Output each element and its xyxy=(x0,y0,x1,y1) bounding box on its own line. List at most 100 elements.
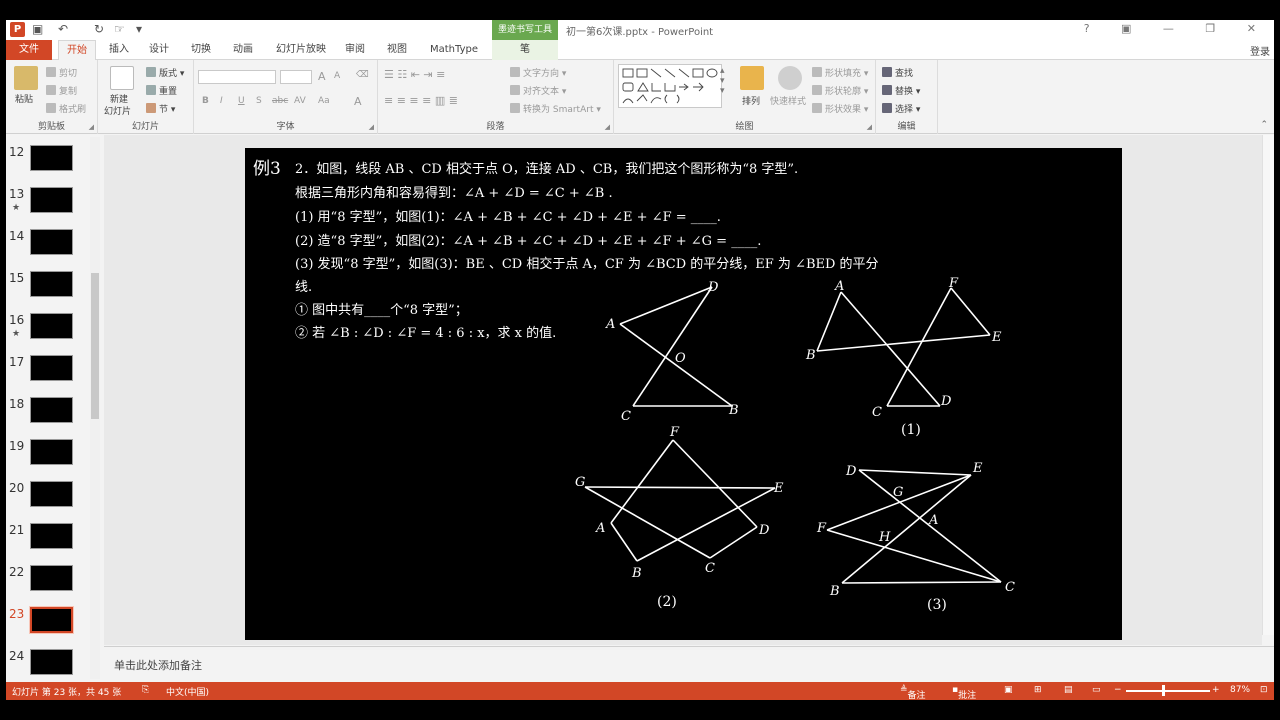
thumbnail-preview[interactable] xyxy=(29,606,74,634)
text-direction-button[interactable]: 文字方向 ▾ xyxy=(510,66,566,79)
font-name-input[interactable] xyxy=(198,70,276,84)
slide-thumbnail[interactable]: 24 xyxy=(6,649,96,681)
clear-format-icon[interactable]: ⌫ xyxy=(356,70,369,80)
slideshow-icon[interactable]: ▭ xyxy=(1092,685,1101,695)
slide-scrollbar[interactable] xyxy=(1262,135,1274,635)
cut-button[interactable]: 剪切 xyxy=(46,66,77,79)
tab-insert[interactable]: 插入 xyxy=(104,40,134,60)
zoom-slider-knob[interactable] xyxy=(1162,685,1165,696)
tab-design[interactable]: 设计 xyxy=(144,40,174,60)
reset-button[interactable]: 重置 xyxy=(146,84,177,97)
layout-button[interactable]: 版式 ▾ xyxy=(146,66,184,79)
notes-pane[interactable]: 单击此处添加备注 xyxy=(104,646,1274,682)
tab-review[interactable]: 审阅 xyxy=(340,40,370,60)
thumbnail-preview[interactable] xyxy=(30,229,73,255)
align-text-button[interactable]: 对齐文本 ▾ xyxy=(510,84,566,97)
arrange-icon[interactable] xyxy=(740,66,764,90)
paste-button[interactable]: 粘贴 xyxy=(15,92,33,105)
drawing-launcher-icon[interactable]: ◢ xyxy=(867,123,872,131)
language-indicator[interactable]: 中文(中国) xyxy=(166,685,209,698)
tab-mathtype[interactable]: MathType xyxy=(426,40,482,60)
shape-effects-button[interactable]: 形状效果 ▾ xyxy=(812,102,868,115)
underline-button[interactable]: U xyxy=(238,96,245,106)
slide-thumbnail[interactable]: 13 ★ xyxy=(6,187,96,229)
touch-mode-icon[interactable]: ☞ xyxy=(114,22,125,38)
bullets-icon[interactable]: ☰ ☷ ⇤ ⇥ ≡ xyxy=(384,68,445,81)
shadow-button[interactable]: S xyxy=(256,96,262,106)
thumbnail-preview[interactable] xyxy=(30,649,73,675)
redo-icon[interactable]: ↻ xyxy=(94,22,104,38)
copy-button[interactable]: 复制 xyxy=(46,84,77,97)
spacing-button[interactable]: AV xyxy=(294,96,306,106)
font-launcher-icon[interactable]: ◢ xyxy=(369,123,374,131)
tab-slideshow[interactable]: 幻灯片放映 xyxy=(272,40,330,60)
thumbnail-preview[interactable] xyxy=(30,439,73,465)
shape-gallery[interactable] xyxy=(618,64,722,108)
thumbnail-preview[interactable] xyxy=(30,271,73,297)
tab-transitions[interactable]: 切换 xyxy=(186,40,216,60)
thumbnail-preview[interactable] xyxy=(30,523,73,549)
quick-styles-icon[interactable] xyxy=(778,66,802,90)
slide-thumbnail[interactable]: 19 xyxy=(6,439,96,481)
collapse-ribbon-icon[interactable]: ⌃ xyxy=(1260,120,1268,130)
quick-styles-button[interactable]: 快速样式 xyxy=(770,94,806,107)
slide-thumbnail[interactable]: 21 xyxy=(6,523,96,565)
arrange-button[interactable]: 排列 xyxy=(742,94,760,107)
tab-home[interactable]: 开始 xyxy=(58,40,96,61)
thumbnail-preview[interactable] xyxy=(30,187,73,213)
slide-thumbnail[interactable]: 14 xyxy=(6,229,96,271)
tab-animations[interactable]: 动画 xyxy=(228,40,258,60)
window-controls[interactable]: ? ▣ — ❐ ✕ xyxy=(1084,22,1270,35)
zoom-in-button[interactable]: + xyxy=(1212,685,1220,695)
tab-view[interactable]: 视图 xyxy=(382,40,412,60)
strikethrough-button[interactable]: abc xyxy=(272,96,288,106)
section-button[interactable]: 节 ▾ xyxy=(146,102,175,115)
smartart-button[interactable]: 转换为 SmartArt ▾ xyxy=(510,102,601,115)
thumbnail-preview[interactable] xyxy=(30,397,73,423)
clipboard-launcher-icon[interactable]: ◢ xyxy=(89,123,94,131)
slide-thumbnail[interactable]: 22 xyxy=(6,565,96,607)
slide-sorter-icon[interactable]: ⊞ xyxy=(1034,685,1042,695)
bold-button[interactable]: B xyxy=(202,96,209,106)
customize-quick-access-icon[interactable]: ▾ xyxy=(136,22,142,38)
fit-slide-icon[interactable]: ⊡ xyxy=(1260,685,1268,695)
notes-toggle[interactable]: ≜ 备注 xyxy=(900,685,926,700)
find-button[interactable]: 查找 xyxy=(882,66,913,79)
slide-thumbnail[interactable]: 15 xyxy=(6,271,96,313)
thumbnail-scroll-thumb[interactable] xyxy=(91,273,99,419)
tab-pen[interactable]: 笔 xyxy=(492,40,558,60)
comments-toggle[interactable]: ▪ 批注 xyxy=(952,685,976,700)
thumbnail-preview[interactable] xyxy=(30,565,73,591)
shrink-font-button[interactable]: A xyxy=(334,71,340,81)
zoom-slider[interactable] xyxy=(1126,690,1210,692)
shape-fill-button[interactable]: 形状填充 ▾ xyxy=(812,66,868,79)
tab-file[interactable]: 文件 xyxy=(6,40,52,60)
italic-button[interactable]: I xyxy=(220,96,223,106)
thumbnail-preview[interactable] xyxy=(30,313,73,339)
slide-thumbnail[interactable]: 17 xyxy=(6,355,96,397)
grow-font-button[interactable]: A xyxy=(318,70,326,83)
shape-outline-button[interactable]: 形状轮廓 ▾ xyxy=(812,84,868,97)
thumbnail-preview[interactable] xyxy=(30,355,73,381)
change-case-button[interactable]: Aa xyxy=(318,96,330,106)
zoom-out-button[interactable]: − xyxy=(1114,685,1122,695)
align-icons[interactable]: ≡ ≡ ≡ ≡ ▥ ≣ xyxy=(384,94,458,107)
thumbnail-preview[interactable] xyxy=(30,145,73,171)
slide-thumbnail[interactable]: 12 xyxy=(6,145,96,187)
spellcheck-icon[interactable]: ⎘ xyxy=(142,685,149,695)
replace-button[interactable]: 替换 ▾ xyxy=(882,84,920,97)
new-slide-sub[interactable]: 幻灯片 xyxy=(104,104,131,117)
thumbnail-scrollbar[interactable] xyxy=(90,137,100,679)
undo-icon[interactable]: ↶ xyxy=(58,22,68,38)
slide[interactable]: 例3 2．如图，线段 AB 、CD 相交于点 O，连接 AD 、CB，我们把这个… xyxy=(245,148,1122,640)
format-painter-button[interactable]: 格式刷 xyxy=(46,102,86,115)
slide-thumbnail[interactable]: 16 ★ xyxy=(6,313,96,355)
slide-thumbnail[interactable]: 23 xyxy=(6,606,96,649)
select-button[interactable]: 选择 ▾ xyxy=(882,102,920,115)
font-color-button[interactable]: A xyxy=(354,95,362,108)
slide-thumbnail[interactable]: 18 xyxy=(6,397,96,439)
save-icon[interactable]: ▣ xyxy=(32,22,43,38)
slide-thumbnail[interactable]: 20 xyxy=(6,481,96,523)
login-link[interactable]: 登录 xyxy=(1250,43,1270,58)
paste-icon[interactable] xyxy=(14,66,38,90)
